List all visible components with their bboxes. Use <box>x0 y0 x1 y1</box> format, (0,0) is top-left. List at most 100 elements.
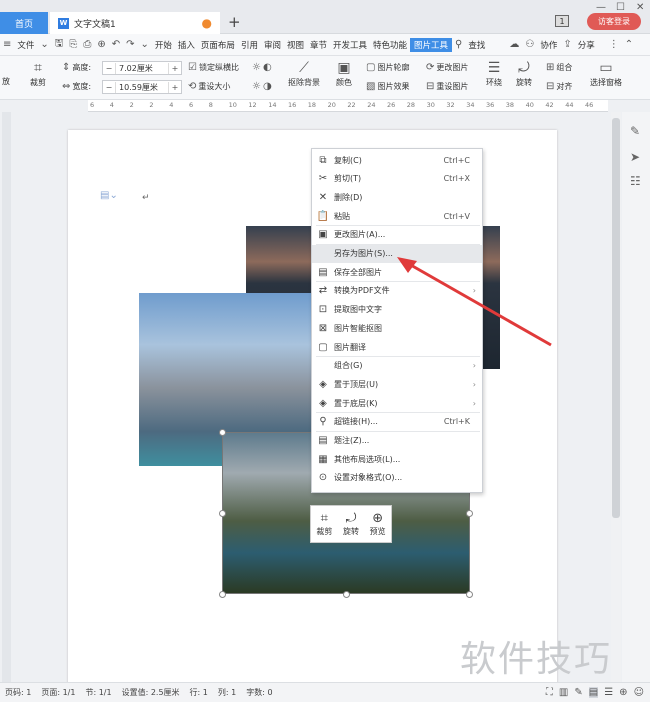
context-item-delete[interactable]: ✕ 删除(D) <box>312 188 482 206</box>
status-pages[interactable]: 页面: 1/1 <box>36 687 80 698</box>
minimize-icon[interactable]: — <box>596 2 606 13</box>
ribbon-left-cut[interactable]: 放 <box>2 76 10 87</box>
context-item-format-object[interactable]: ⊙ 设置对象格式(O)... <box>312 469 482 487</box>
selection-pane-button[interactable]: ▭ 选择窗格 <box>590 60 622 88</box>
collapse-icon[interactable]: ⌃ <box>622 39 636 50</box>
search-icon[interactable]: ⚲ <box>452 39 465 50</box>
menu-picture-tools[interactable]: 图片工具 <box>410 37 453 52</box>
group-button[interactable]: ⊞ 组合 <box>546 62 572 73</box>
context-item-layout-options[interactable]: ▦ 其他布局选项(L)... <box>312 450 482 468</box>
menu-reference[interactable]: 引用 <box>238 39 261 51</box>
context-item-copy[interactable]: ⧉ 复制(C) Ctrl+C <box>312 151 482 169</box>
height-input[interactable]: 7.02厘米 <box>115 62 169 74</box>
width-stepper[interactable]: −10.59厘米 + <box>102 80 182 94</box>
menu-view[interactable]: 视图 <box>284 39 307 51</box>
width-input[interactable]: 10.59厘米 <box>115 81 169 93</box>
resize-handle[interactable] <box>466 510 473 517</box>
chevron-down-icon[interactable]: ⌄ <box>37 39 51 50</box>
crop-button[interactable]: ⌗ 裁剪 <box>30 60 46 88</box>
picture-outline-button[interactable]: ▢ 图片轮廓 <box>366 62 409 73</box>
edit-pen-icon[interactable]: ✎ <box>630 124 640 138</box>
web-view-icon[interactable]: ☰ <box>604 687 613 698</box>
rotate-button[interactable]: ⤾ 旋转 <box>516 60 532 88</box>
menu-special[interactable]: 特色功能 <box>370 39 410 51</box>
save-icon[interactable]: 🖫 <box>52 36 67 53</box>
picture-effect-button[interactable]: ▧ 图片效果 <box>366 81 409 92</box>
close-icon[interactable]: ✕ <box>636 2 644 13</box>
ruler-tick: 46 <box>585 101 594 109</box>
context-item-hyperlink[interactable]: ⚲ 超链接(H)... Ctrl+K <box>312 413 482 431</box>
cloud-icon[interactable]: ☁ <box>506 39 522 50</box>
increase-height-button[interactable]: + <box>169 64 181 73</box>
hamburger-icon[interactable]: ≡ <box>0 39 14 50</box>
tab-home[interactable]: 首页 <box>0 12 48 34</box>
fullscreen-icon[interactable]: ⛶ <box>546 687 553 698</box>
context-item-bring-front[interactable]: ◈ 置于顶层(U) › <box>312 375 482 393</box>
maximize-icon[interactable]: ☐ <box>616 2 625 13</box>
menu-review[interactable]: 审阅 <box>261 39 284 51</box>
context-item-send-back[interactable]: ◈ 置于底层(K) › <box>312 394 482 412</box>
remove-background-button[interactable]: ⟋ 抠除背景 <box>288 60 320 88</box>
menu-start[interactable]: 开始 <box>152 39 175 51</box>
resize-handle[interactable] <box>219 591 226 598</box>
undo-icon[interactable]: ↶ <box>109 39 123 50</box>
reset-size-button[interactable]: ⟲ 重设大小 <box>188 81 230 92</box>
decrease-height-button[interactable]: − <box>103 64 115 73</box>
new-tab-button[interactable]: + <box>228 13 241 31</box>
settings-sliders-icon[interactable]: ☷ <box>630 174 641 188</box>
more-chevron-icon[interactable]: ⌄ <box>138 39 152 50</box>
resize-handle[interactable] <box>466 591 473 598</box>
menu-insert[interactable]: 插入 <box>175 39 198 51</box>
menu-search[interactable]: 查找 <box>465 39 488 51</box>
visitor-login-button[interactable]: 访客登录 <box>587 13 641 30</box>
pointer-icon[interactable]: ➤ <box>630 150 640 164</box>
brightness-down-button[interactable]: ☼ ◑ <box>252 81 272 92</box>
pen-icon[interactable]: ✎ <box>574 687 582 698</box>
outline-view-icon[interactable]: ▥ <box>559 687 568 698</box>
context-item-change-picture[interactable]: ▣ 更改图片(A)... <box>312 226 482 244</box>
export-pdf-icon[interactable]: ⎘ <box>66 39 80 50</box>
align-button[interactable]: ⊟ 对齐 <box>546 81 572 92</box>
scrollbar-thumb[interactable] <box>612 118 620 518</box>
mini-preview-button[interactable]: ⊕ 预览 <box>370 511 386 537</box>
collab-icon[interactable]: ⚇ <box>522 39 537 50</box>
menu-section[interactable]: 章节 <box>307 39 330 51</box>
decrease-width-button[interactable]: − <box>103 83 115 92</box>
tab-document[interactable]: W 文字文稿1 ● <box>50 12 220 34</box>
page-view-icon[interactable]: ▤ <box>588 687 599 698</box>
redo-icon[interactable]: ↷ <box>123 39 137 50</box>
wrap-button[interactable]: ☰ 环绕 <box>486 60 502 88</box>
mini-crop-button[interactable]: ⌗ 裁剪 <box>316 511 332 537</box>
resize-handle[interactable] <box>219 429 226 436</box>
lock-ratio-checkbox[interactable]: ☑ 锁定纵横比 <box>188 62 239 73</box>
print-icon[interactable]: ⎙ <box>80 39 94 50</box>
context-item-caption[interactable]: ▤ 题注(Z)... <box>312 432 482 450</box>
brightness-button[interactable]: ☼ ◐ <box>252 62 272 73</box>
context-item-cut[interactable]: ✂ 剪切(T) Ctrl+X <box>312 170 482 188</box>
height-stepper[interactable]: −7.02厘米 + <box>102 61 182 75</box>
resize-handle[interactable] <box>343 591 350 598</box>
change-picture-button[interactable]: ⟳ 更改图片 <box>426 62 468 73</box>
menu-file[interactable]: 文件 <box>14 39 37 51</box>
reset-picture-button[interactable]: ⊟ 重设图片 <box>426 81 468 92</box>
share-icon[interactable]: ⇪ <box>560 39 574 50</box>
context-item-group[interactable]: 组合(G) › <box>312 357 482 375</box>
increase-width-button[interactable]: + <box>169 83 181 92</box>
eye-protect-icon[interactable]: ☺ <box>634 687 644 698</box>
paragraph-icon[interactable]: ▤⌄ <box>100 190 118 201</box>
color-button[interactable]: ▣ 颜色 <box>336 60 352 88</box>
ruler-tick: 24 <box>367 101 376 109</box>
menu-page-layout[interactable]: 页面布局 <box>198 39 238 51</box>
mini-rotate-button[interactable]: ⤾ 旋转 <box>343 511 359 537</box>
menu-share[interactable]: 分享 <box>575 39 598 51</box>
context-item-paste[interactable]: 📋 粘贴 Ctrl+V <box>312 207 482 225</box>
resize-handle[interactable] <box>219 510 226 517</box>
status-chars[interactable]: 字数: 0 <box>241 687 277 698</box>
globe-icon[interactable]: ⊕ <box>619 687 627 698</box>
menu-collab[interactable]: 协作 <box>537 39 560 51</box>
window-count-badge[interactable]: 1 <box>555 15 569 27</box>
menu-dev-tools[interactable]: 开发工具 <box>330 39 370 51</box>
more-icon[interactable]: ⋮ <box>606 39 622 50</box>
print-preview-icon[interactable]: ⊕ <box>94 39 108 50</box>
status-page-num[interactable]: 页码: 1 <box>0 687 36 698</box>
